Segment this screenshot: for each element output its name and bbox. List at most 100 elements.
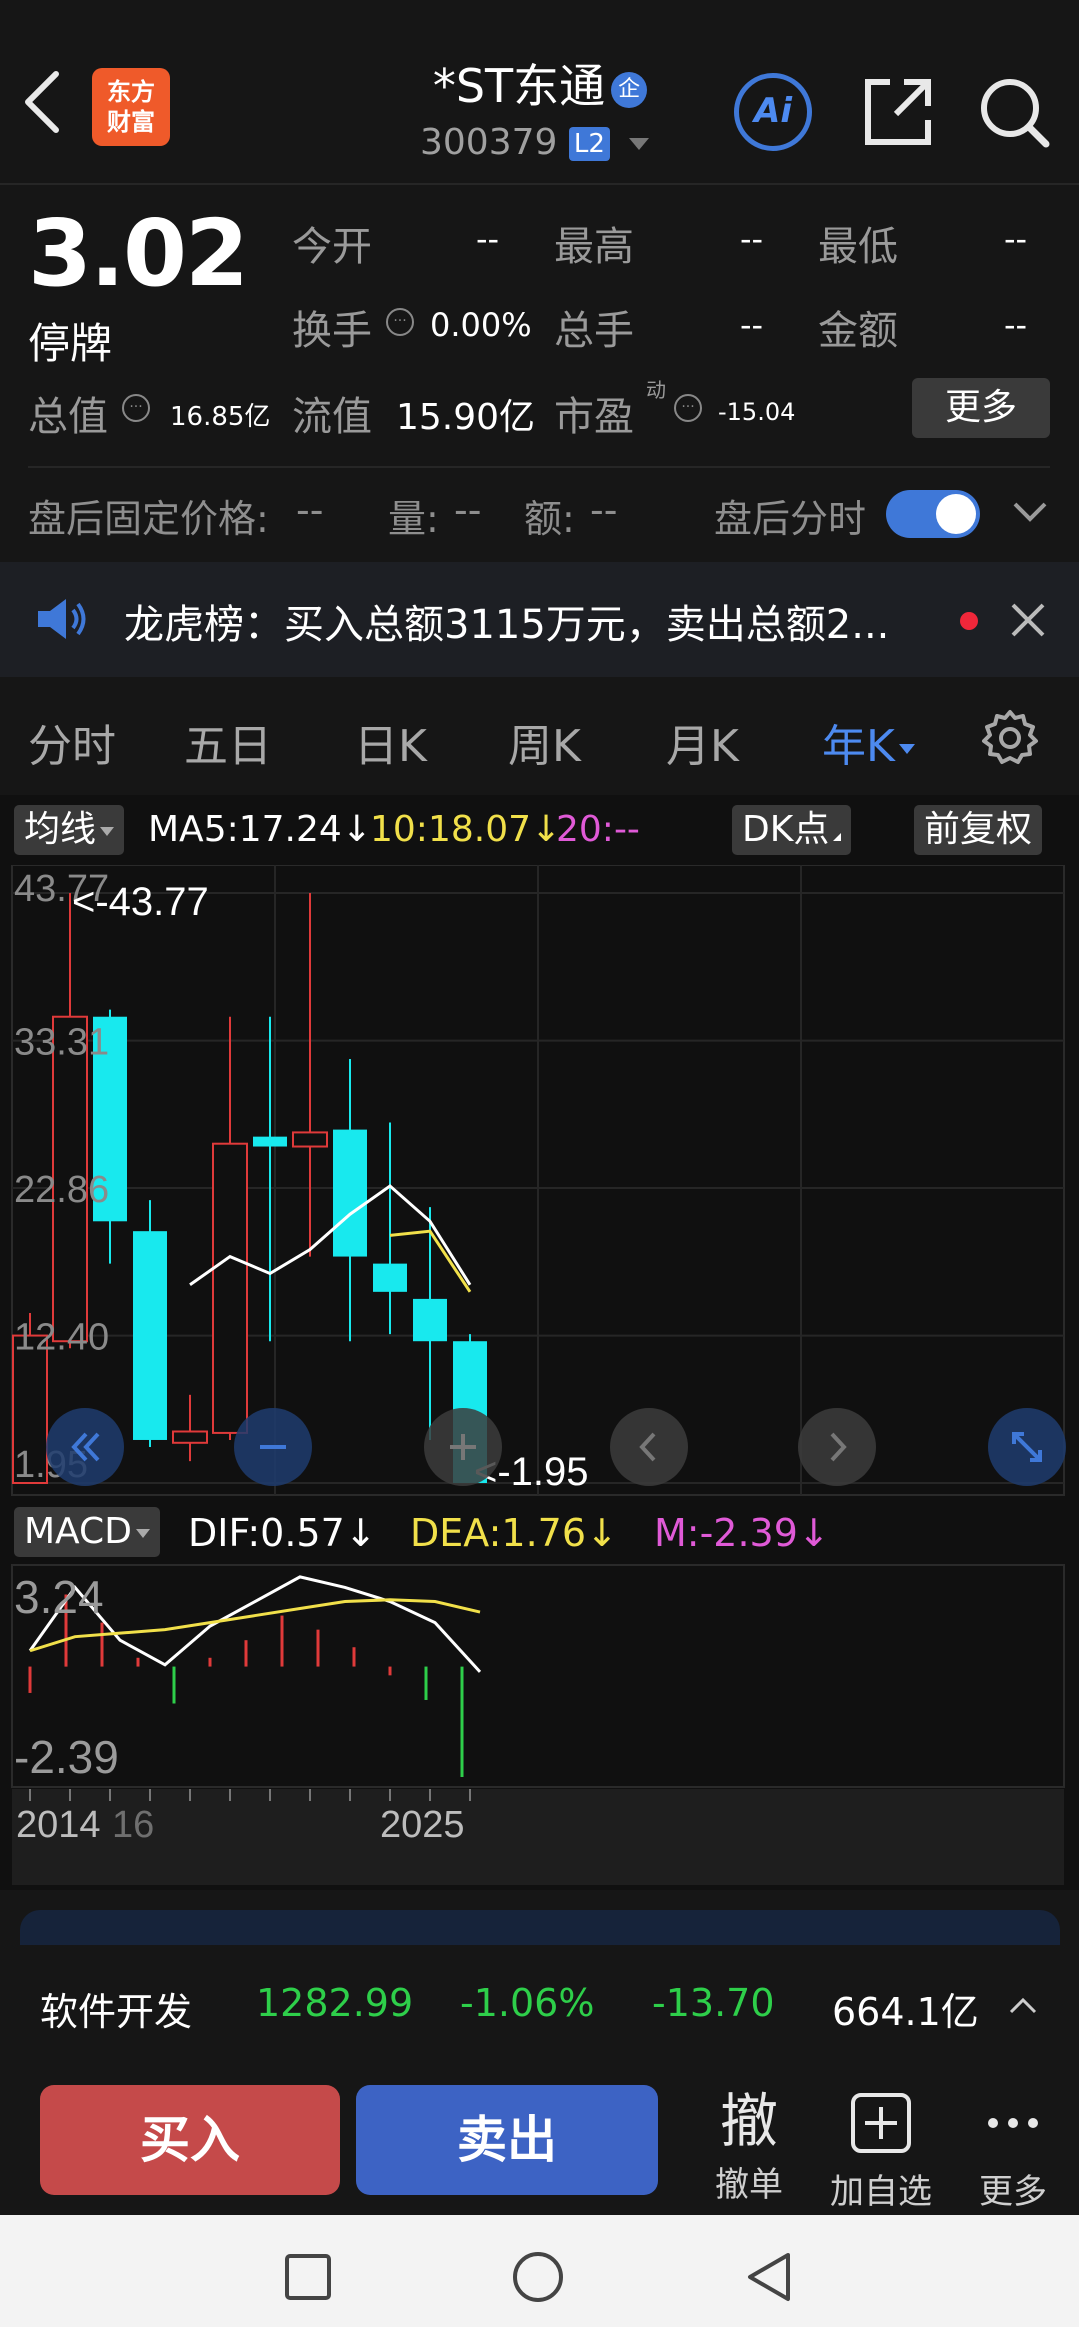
after-hours-amount-value: --: [590, 488, 618, 532]
home-button[interactable]: [512, 2251, 564, 2307]
candle-body-down: [253, 1136, 287, 1147]
volume-label: 总手: [554, 308, 634, 354]
toggle-knob: [936, 494, 976, 534]
header-divider: [0, 183, 1079, 185]
zoom-in-button[interactable]: [424, 1408, 502, 1486]
app-logo: 东方 财富: [92, 68, 170, 146]
tab-monthly-k[interactable]: 月K: [666, 710, 739, 774]
chevron-left-icon: [639, 1432, 656, 1462]
scroll-start-button[interactable]: [46, 1408, 124, 1486]
macd-select[interactable]: MACD: [14, 1507, 160, 1557]
market-cap-label: 总值: [28, 394, 108, 440]
close-icon: [1011, 603, 1045, 637]
tab-weekly-k[interactable]: 周K: [508, 710, 581, 774]
plus-icon: [450, 1434, 476, 1460]
kline-axis-labels: 43.7733.3122.8612.401.95<-43.77<-1.95: [14, 868, 589, 1494]
after-hours-volume-label: 量:: [388, 497, 439, 541]
arrow-down-icon: ↓: [341, 809, 372, 850]
expand-icon: [1012, 1432, 1042, 1462]
ma-select[interactable]: 均线: [14, 805, 125, 855]
info-icon[interactable]: ···: [674, 394, 702, 422]
cancel-order-button[interactable]: 撤 撤单: [694, 2085, 804, 2206]
candle-body-up: [212, 1142, 248, 1434]
expand-industry-button[interactable]: [1008, 1995, 1038, 2019]
tab-intraday[interactable]: 分时: [28, 710, 116, 774]
stock-code-row[interactable]: 300379 L2: [420, 122, 650, 163]
back-nav-button[interactable]: [744, 2251, 792, 2307]
macd-tick-label: 3.24: [14, 1571, 104, 1623]
recents-button[interactable]: [284, 2253, 332, 2305]
chart-settings-button[interactable]: [980, 708, 1040, 772]
collapsed-banner[interactable]: [20, 1910, 1060, 1950]
notice-bar[interactable]: 龙虎榜：买入总额3115万元，卖出总额2...: [0, 562, 1079, 677]
low-value: --: [1004, 220, 1028, 258]
close-notice-button[interactable]: [1010, 602, 1046, 642]
ai-label: Ai: [754, 91, 792, 131]
info-icon[interactable]: ···: [386, 308, 414, 336]
chevron-right-icon: [830, 1432, 847, 1462]
macd-tick-label: -2.39: [14, 1731, 119, 1783]
kline-svg[interactable]: 43.7733.3122.8612.401.95<-43.77<-1.95 3.…: [0, 865, 1079, 1890]
scroll-left-button[interactable]: [610, 1408, 688, 1486]
add-watchlist-button[interactable]: 加自选: [826, 2085, 936, 2213]
sell-button[interactable]: 卖出: [356, 2085, 658, 2195]
fullscreen-button[interactable]: [988, 1408, 1066, 1486]
square-icon: [285, 2254, 331, 2300]
more-actions-button[interactable]: 更多: [958, 2085, 1068, 2213]
price-adjust-button[interactable]: 前复权: [914, 805, 1043, 855]
ma5-text: MA5:17.24: [148, 809, 342, 850]
kline-grid: [11, 865, 1065, 1496]
tab-yearly-k[interactable]: 年K: [822, 710, 915, 774]
period-tabs: 分时 五日 日K 周K 月K 年K: [0, 690, 1079, 790]
last-price: 3.02: [28, 200, 249, 307]
turnover-value: 0.00%: [430, 306, 532, 344]
ma5-value: MA5:17.24↓: [148, 809, 372, 850]
more-dots-icon: [988, 2118, 1038, 2128]
logo-line1: 东方: [107, 78, 155, 106]
candle-body-down: [133, 1231, 167, 1440]
notice-text: 龙虎榜：买入总额3115万元，卖出总额2...: [124, 602, 890, 648]
after-hours-volume-value: --: [454, 488, 482, 532]
add-watchlist-label: 加自选: [830, 2172, 932, 2212]
expand-button[interactable]: [1012, 500, 1048, 528]
back-button[interactable]: [22, 70, 82, 140]
dif-value: DIF:0.57↓: [188, 1511, 377, 1555]
arrow-down-icon: ↓: [344, 1511, 377, 1555]
float-cap-value: 15.90亿: [396, 397, 536, 438]
share-icon: [865, 79, 931, 145]
info-icon[interactable]: ···: [122, 394, 150, 422]
tab-five-day[interactable]: 五日: [184, 710, 272, 774]
tab-daily-k[interactable]: 日K: [354, 710, 427, 774]
enterprise-badge: 企: [611, 71, 648, 108]
dk-point-button[interactable]: DK点: [732, 805, 852, 855]
more-quote-button[interactable]: 更多: [912, 378, 1050, 438]
buy-button[interactable]: 买入: [40, 2085, 340, 2195]
zoom-out-button[interactable]: [234, 1408, 312, 1486]
amount-label: 金额: [818, 308, 898, 354]
scroll-right-button[interactable]: [798, 1408, 876, 1486]
price-tick-label: 22.86: [14, 1169, 109, 1211]
after-hours-price-value: --: [296, 488, 324, 532]
chevron-down-icon: [1013, 502, 1047, 522]
float-cap-label: 流值: [292, 394, 372, 440]
trading-status: 停牌: [28, 319, 113, 368]
arrow-down-icon: ↓: [797, 1511, 830, 1555]
after-hours-toggle[interactable]: [886, 490, 980, 538]
search-button[interactable]: [976, 74, 1052, 150]
macd-m-value: M:-2.39↓: [654, 1511, 830, 1555]
share-button[interactable]: [860, 74, 936, 150]
macd-panel-border: [11, 1564, 1065, 1788]
minus-icon: [260, 1445, 286, 1449]
macd-m-text: M:-2.39: [654, 1511, 798, 1555]
ma10-text: 10:18.07: [370, 809, 531, 850]
industry-bar[interactable]: 软件开发 1282.99 -1.06% -13.70 664.1亿: [0, 1945, 1079, 2065]
ai-button[interactable]: Ai: [734, 73, 812, 151]
more-actions-label: 更多: [979, 2172, 1047, 2212]
system-nav-bar: [0, 2215, 1079, 2327]
macd-select-label: MACD: [24, 1511, 132, 1552]
stock-title[interactable]: *ST东通企: [380, 50, 700, 116]
chart-area[interactable]: 均线 MA5:17.24↓ 10:18.07↓ 20:-- DK点 前复权 43…: [0, 795, 1079, 1950]
pe-value: -15.04: [718, 398, 796, 426]
candle-body-up: [172, 1430, 208, 1444]
unread-dot: [960, 612, 978, 630]
